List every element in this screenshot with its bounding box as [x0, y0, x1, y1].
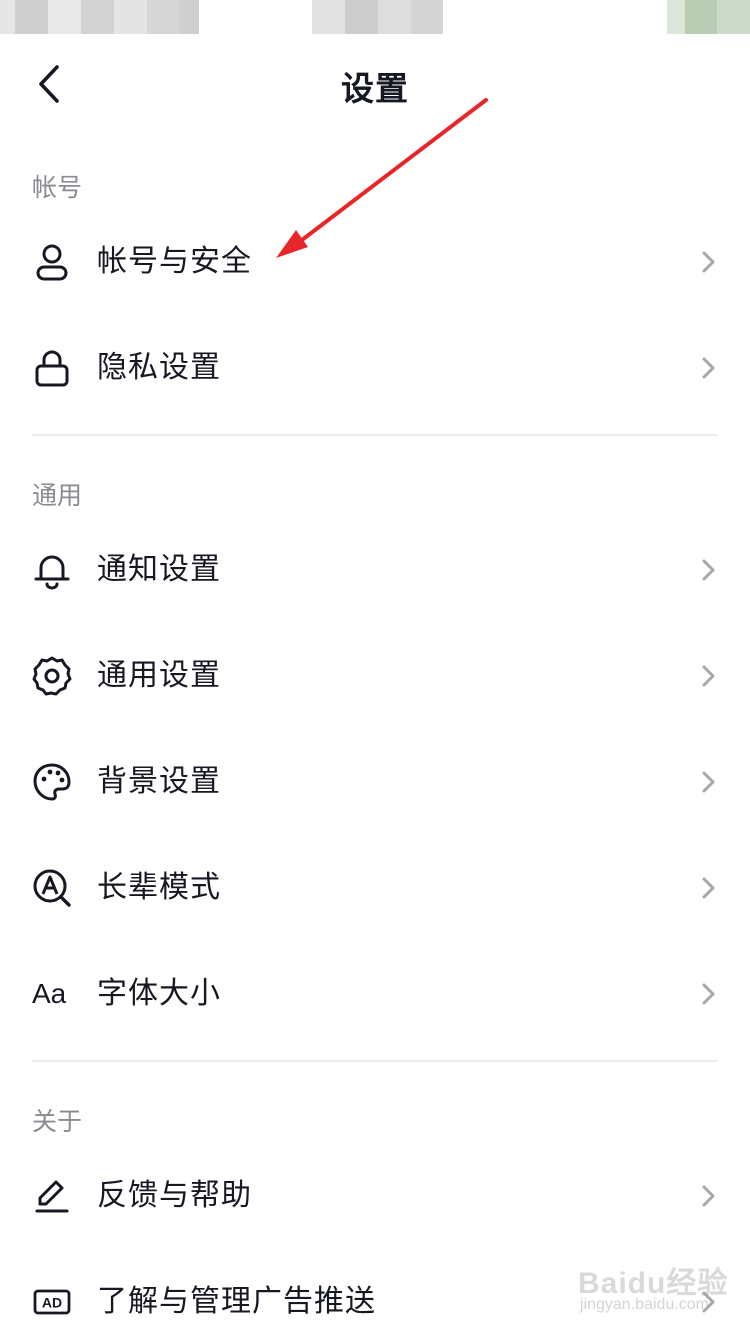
settings-item-general[interactable]: 通用设置: [0, 623, 750, 729]
section-header-general: 通用: [32, 481, 83, 510]
elder-mode-icon: [30, 866, 74, 910]
section-header-account: 帐号: [32, 173, 83, 202]
settings-page: 设置 帐号 帐号与安全 隐私设置 通用 通知设置 通用设置 背景设置 长辈模式 …: [0, 0, 750, 1334]
settings-item-ad-management[interactable]: AD 了解与管理广告推送: [0, 1249, 750, 1334]
palette-icon: [30, 760, 74, 804]
section-header-about: 关于: [32, 1107, 83, 1136]
status-bar: [0, 0, 750, 34]
bell-icon: [30, 548, 74, 592]
section-divider: [32, 434, 718, 436]
pencil-icon: [30, 1174, 74, 1218]
ad-icon: AD: [30, 1280, 74, 1324]
chevron-right-icon: [702, 665, 715, 687]
settings-item-elder-mode[interactable]: 长辈模式: [0, 835, 750, 941]
chevron-right-icon: [702, 559, 715, 581]
settings-item-account-security[interactable]: 帐号与安全: [0, 209, 750, 315]
settings-item-label: 长辈模式: [97, 870, 221, 905]
settings-item-label: 通知设置: [97, 552, 221, 587]
gear-icon: [30, 654, 74, 698]
settings-item-privacy[interactable]: 隐私设置: [0, 315, 750, 421]
chevron-right-icon: [702, 771, 715, 793]
nav-bar: 设置: [0, 34, 750, 134]
chevron-right-icon: [702, 1185, 715, 1207]
settings-item-label: 通用设置: [97, 658, 221, 693]
user-icon: [30, 240, 74, 284]
font-size-icon-text: Aa: [32, 978, 67, 1009]
ad-icon-text: AD: [42, 1295, 62, 1311]
section-divider: [32, 1060, 718, 1062]
settings-item-label: 背景设置: [97, 764, 221, 799]
settings-item-notifications[interactable]: 通知设置: [0, 517, 750, 623]
settings-item-label: 了解与管理广告推送: [97, 1284, 376, 1319]
settings-item-label: 隐私设置: [97, 350, 221, 385]
chevron-right-icon: [702, 983, 715, 1005]
settings-item-label: 反馈与帮助: [97, 1178, 252, 1213]
settings-item-background[interactable]: 背景设置: [0, 729, 750, 835]
chevron-right-icon: [702, 877, 715, 899]
chevron-right-icon: [702, 357, 715, 379]
page-title: 设置: [341, 69, 409, 108]
settings-item-feedback[interactable]: 反馈与帮助: [0, 1143, 750, 1249]
chevron-right-icon: [702, 251, 715, 273]
settings-item-label: 帐号与安全: [97, 244, 252, 279]
settings-item-label: 字体大小: [97, 976, 221, 1011]
settings-item-font-size[interactable]: Aa 字体大小: [0, 941, 750, 1047]
chevron-right-icon: [702, 1291, 715, 1313]
lock-icon: [30, 346, 74, 390]
font-size-icon: Aa: [32, 972, 80, 1016]
